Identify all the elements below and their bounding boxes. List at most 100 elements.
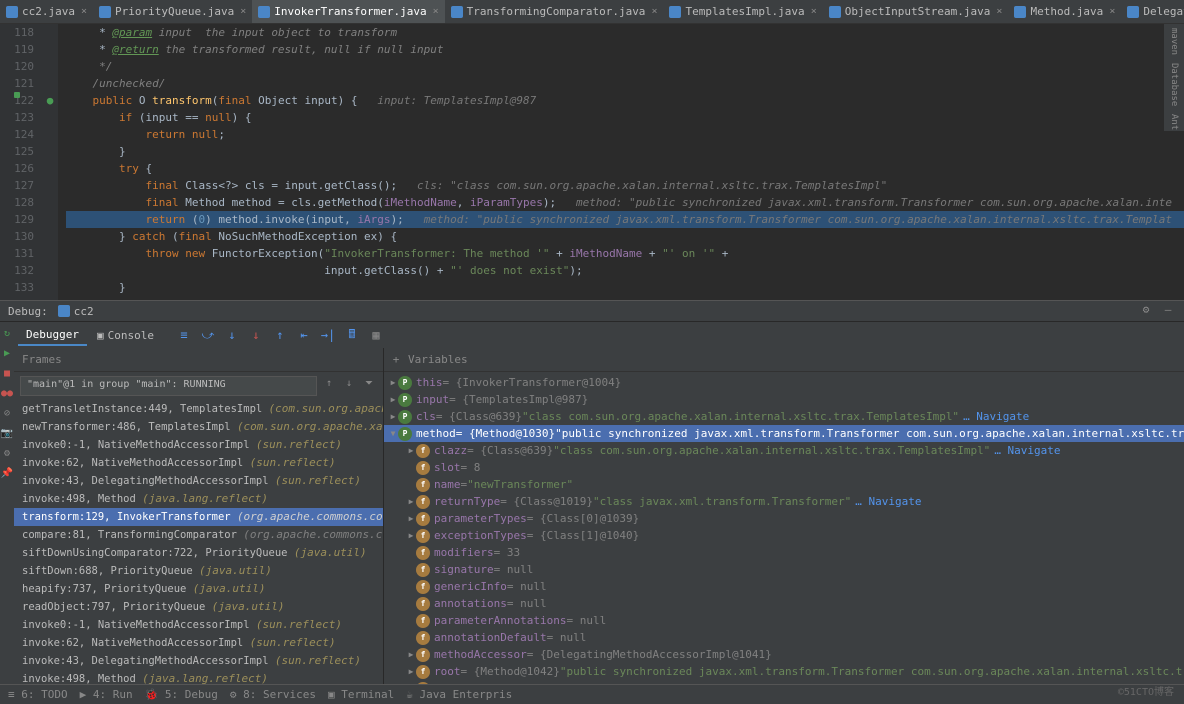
close-icon[interactable]: × (433, 6, 439, 17)
stack-frame[interactable]: newTransformer:486, TemplatesImpl (com.s… (14, 418, 383, 436)
variable-row[interactable]: ▶Pinput = {TemplatesImpl@987} (384, 391, 1184, 408)
expand-icon[interactable]: ▶ (388, 391, 398, 408)
editor[interactable]: 1181191201211221231241251261271281291301… (0, 24, 1184, 300)
status-item[interactable]: ≡ 6: TODO (8, 688, 68, 701)
step-over-icon[interactable]: ⤻ (200, 327, 216, 343)
status-item[interactable]: 🐞 5: Debug (145, 688, 218, 701)
close-icon[interactable]: × (811, 6, 817, 17)
tool-database[interactable]: Database (1169, 63, 1179, 106)
rerun-icon[interactable]: ↻ (0, 326, 14, 340)
run-to-cursor-icon[interactable]: →| (320, 327, 336, 343)
stop-icon[interactable]: ■ (0, 366, 14, 380)
variable-row[interactable]: ▶froot = {Method@1042} "public synchroni… (384, 663, 1184, 680)
tab-Method-java[interactable]: Method.java× (1008, 0, 1121, 24)
variable-row[interactable]: ▶fmethodAccessor = {DelegatingMethodAcce… (384, 646, 1184, 663)
variable-row[interactable]: fannotationDefault = null (384, 629, 1184, 646)
tool-ant[interactable]: Ant (1169, 114, 1179, 130)
variable-row[interactable]: fmodifiers = 33 (384, 544, 1184, 561)
settings-icon[interactable]: ⚙ (1138, 303, 1154, 319)
stack-frame[interactable]: invoke:498, Method (java.lang.reflect) (14, 490, 383, 508)
variable-row[interactable]: ▶fparameterTypes = {Class[0]@1039} (384, 510, 1184, 527)
close-icon[interactable]: × (81, 6, 87, 17)
tab-DelegatingMethodAccessorImpl-class[interactable]: DelegatingMethodAccessorImpl.class× (1121, 0, 1184, 24)
close-icon[interactable]: × (240, 6, 246, 17)
variable-row[interactable]: fparameterAnnotations = null (384, 612, 1184, 629)
stack-frame[interactable]: siftDown:688, PriorityQueue (java.util) (14, 562, 383, 580)
show-exec-icon[interactable]: ≡ (176, 327, 192, 343)
variable-row[interactable]: fgenericInfo = null (384, 578, 1184, 595)
tab-TemplatesImpl-java[interactable]: TemplatesImpl.java× (663, 0, 822, 24)
run-config[interactable]: cc2 (58, 305, 94, 318)
add-watch-icon[interactable]: + (384, 353, 408, 366)
trace-icon[interactable]: ▦ (368, 327, 384, 343)
stack-frame[interactable]: transform:129, InvokerTransformer (org.a… (14, 508, 383, 526)
step-out-icon[interactable]: ↑ (272, 327, 288, 343)
variable-row[interactable]: fsignature = null (384, 561, 1184, 578)
code-area[interactable]: * @param input the input object to trans… (58, 24, 1184, 300)
status-item[interactable]: ☕ Java Enterpris (406, 688, 512, 701)
view-breakpoints-icon[interactable]: ●● (0, 386, 14, 400)
variable-row[interactable]: fannotations = null (384, 595, 1184, 612)
prev-frame-icon[interactable]: ↑ (321, 378, 337, 394)
expand-icon[interactable]: ▶ (406, 527, 416, 544)
variable-row[interactable]: ▶fexceptionTypes = {Class[1]@1040} (384, 527, 1184, 544)
navigate-link[interactable]: … Navigate (963, 408, 1029, 425)
dump-icon[interactable]: 📷 (0, 426, 14, 440)
minimize-icon[interactable]: — (1160, 303, 1176, 319)
stack-frame[interactable]: invoke:62, NativeMethodAccessorImpl (sun… (14, 454, 383, 472)
settings2-icon[interactable]: ⚙ (0, 446, 14, 460)
tab-cc2-java[interactable]: cc2.java× (0, 0, 93, 24)
variable-row[interactable]: fname = "newTransformer" (384, 476, 1184, 493)
force-step-into-icon[interactable]: ↓ (248, 327, 264, 343)
variable-row[interactable]: ▶Pcls = {Class@639} "class com.sun.org.a… (384, 408, 1184, 425)
tab-PriorityQueue-java[interactable]: PriorityQueue.java× (93, 0, 252, 24)
variable-row[interactable]: fslot = 8 (384, 459, 1184, 476)
variable-row[interactable]: ▶freturnType = {Class@1019} "class javax… (384, 493, 1184, 510)
close-icon[interactable]: × (1109, 6, 1115, 17)
expand-icon[interactable]: ▶ (388, 374, 398, 391)
evaluate-icon[interactable]: 🖩 (344, 327, 360, 343)
step-into-icon[interactable]: ↓ (224, 327, 240, 343)
tab-console[interactable]: ▣Console (89, 326, 162, 345)
close-icon[interactable]: × (651, 6, 657, 17)
drop-frame-icon[interactable]: ⇤ (296, 327, 312, 343)
pin-icon[interactable]: 📌 (0, 466, 14, 480)
expand-icon[interactable]: ▶ (406, 663, 416, 680)
tab-TransformingComparator-java[interactable]: TransformingComparator.java× (445, 0, 664, 24)
variable-row[interactable]: ▶Pthis = {InvokerTransformer@1004} (384, 374, 1184, 391)
close-icon[interactable]: × (996, 6, 1002, 17)
tab-ObjectInputStream-java[interactable]: ObjectInputStream.java× (823, 0, 1009, 24)
stack-frame[interactable]: compare:81, TransformingComparator (org.… (14, 526, 383, 544)
thread-selector[interactable]: "main"@1 in group "main": RUNNING (20, 376, 317, 396)
mute-breakpoints-icon[interactable]: ⊘ (0, 406, 14, 420)
resume-icon[interactable]: ▶ (0, 346, 14, 360)
expand-icon[interactable]: ▼ (388, 425, 398, 442)
tool-maven[interactable]: maven (1169, 28, 1179, 55)
stack-frame[interactable]: invoke:62, NativeMethodAccessorImpl (sun… (14, 634, 383, 652)
stack-frame[interactable]: siftDownUsingComparator:722, PriorityQue… (14, 544, 383, 562)
status-item[interactable]: ▶ 4: Run (80, 688, 133, 701)
navigate-link[interactable]: … Navigate (855, 493, 921, 510)
status-item[interactable]: ▣ Terminal (328, 688, 394, 701)
expand-icon[interactable]: ▶ (406, 646, 416, 663)
stack-frame[interactable]: heapify:737, PriorityQueue (java.util) (14, 580, 383, 598)
stack-frame[interactable]: getTransletInstance:449, TemplatesImpl (… (14, 400, 383, 418)
stack-frame[interactable]: invoke:43, DelegatingMethodAccessorImpl … (14, 472, 383, 490)
stack-frame[interactable]: invoke:498, Method (java.lang.reflect) (14, 670, 383, 684)
stack-frame[interactable]: invoke:43, DelegatingMethodAccessorImpl … (14, 652, 383, 670)
stack-frame[interactable]: readObject:797, PriorityQueue (java.util… (14, 598, 383, 616)
navigate-link[interactable]: … Navigate (994, 442, 1060, 459)
expand-icon[interactable]: ▶ (406, 510, 416, 527)
stack-frame[interactable]: invoke0:-1, NativeMethodAccessorImpl (su… (14, 616, 383, 634)
frames-list[interactable]: getTransletInstance:449, TemplatesImpl (… (14, 400, 383, 684)
vars-list[interactable]: ▶Pthis = {InvokerTransformer@1004}▶Pinpu… (384, 372, 1184, 684)
tab-debugger[interactable]: Debugger (18, 325, 87, 346)
variable-row[interactable]: ▶fclazz = {Class@639} "class com.sun.org… (384, 442, 1184, 459)
next-frame-icon[interactable]: ↓ (341, 378, 357, 394)
stack-frame[interactable]: invoke0:-1, NativeMethodAccessorImpl (su… (14, 436, 383, 454)
expand-icon[interactable]: ▶ (388, 408, 398, 425)
tab-InvokerTransformer-java[interactable]: InvokerTransformer.java× (252, 0, 444, 24)
filter-icon[interactable]: ⏷ (361, 378, 377, 394)
expand-icon[interactable]: ▶ (406, 442, 416, 459)
expand-icon[interactable]: ▶ (406, 493, 416, 510)
